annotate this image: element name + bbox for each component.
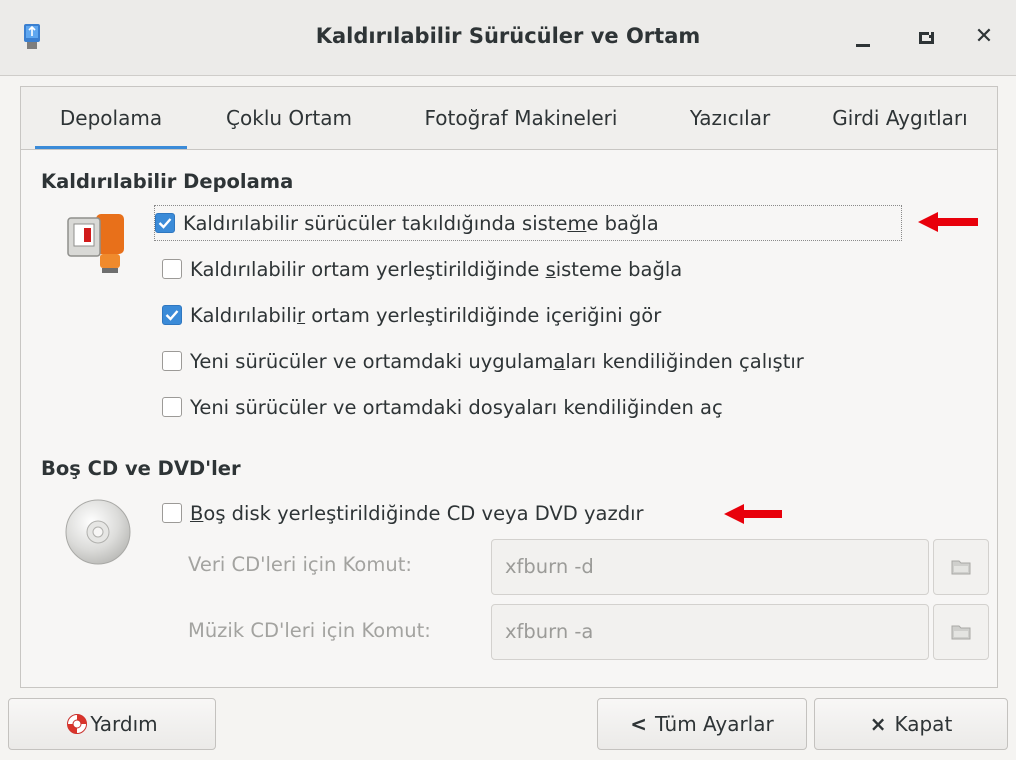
close-button-label: Kapat <box>894 712 953 736</box>
audio-cd-browse-button[interactable] <box>933 604 989 660</box>
all-settings-button[interactable]: < Tüm Ayarlar <box>597 698 807 750</box>
help-button-label: Yardım <box>90 712 158 736</box>
option-browse-media[interactable]: Kaldırılabilir ortam yerleştirildiğinde … <box>162 298 661 332</box>
option-mount-drives[interactable]: Kaldırılabilir sürücüler takıldığında si… <box>154 205 902 241</box>
folder-icon <box>951 625 971 640</box>
folder-icon <box>951 560 971 575</box>
checkbox-checked-icon[interactable] <box>155 213 175 233</box>
option-label: Yeni sürücüler ve ortamdaki uygulamaları… <box>190 349 804 373</box>
removable-drive-icon <box>67 214 124 273</box>
annotation-arrow-icon <box>918 212 978 232</box>
data-cd-command-label: Veri CD'leri için Komut: <box>188 553 412 576</box>
checkbox-unchecked-icon[interactable] <box>162 351 182 371</box>
audio-cd-command-label: Müzik CD'leri için Komut: <box>188 619 431 642</box>
checkbox-checked-icon[interactable] <box>162 305 182 325</box>
checkbox-unchecked-icon[interactable] <box>162 503 182 523</box>
option-autorun-programs[interactable]: Yeni sürücüler ve ortamdaki uygulamaları… <box>162 344 804 378</box>
data-cd-browse-button[interactable] <box>933 539 989 595</box>
data-cd-command-field[interactable]: xfburn -d <box>491 539 929 595</box>
option-autoopen-files[interactable]: Yeni sürücüler ve ortamdaki dosyaları ke… <box>162 390 723 424</box>
option-label: Yeni sürücüler ve ortamdaki dosyaları ke… <box>190 395 723 419</box>
tab-yazicilar[interactable]: Yazıcılar <box>667 87 793 149</box>
help-button[interactable]: Yardım <box>8 698 216 750</box>
storage-section-title: Kaldırılabilir Depolama <box>41 170 294 193</box>
option-label: Kaldırılabilir ortam yerleştirildiğinde … <box>190 303 662 327</box>
minimize-icon[interactable] <box>852 26 876 50</box>
option-mount-media[interactable]: Kaldırılabilir ortam yerleştirildiğinde … <box>162 252 682 286</box>
maximize-icon[interactable] <box>915 26 939 50</box>
option-burn-blank-disc[interactable]: Boş disk yerleştirildiğinde CD veya DVD … <box>162 496 644 530</box>
lifebuoy-icon <box>67 714 88 734</box>
checkbox-unchecked-icon[interactable] <box>162 259 182 279</box>
title-bar: Kaldırılabilir Sürücüler ve Ortam ✕ <box>0 0 1016 76</box>
option-label: Boş disk yerleştirildiğinde CD veya DVD … <box>190 501 644 525</box>
tab-bar: Depolama Çoklu Ortam Fotoğraf Makineleri… <box>21 87 997 150</box>
close-x-icon: × <box>869 712 887 736</box>
close-icon[interactable]: ✕ <box>972 26 996 50</box>
tab-girdi-aygitlari[interactable]: Girdi Aygıtları <box>811 87 989 149</box>
cd-dvd-section-title: Boş CD ve DVD'ler <box>41 457 241 480</box>
close-button[interactable]: × Kapat <box>814 698 1008 750</box>
tab-depolama[interactable]: Depolama <box>35 87 187 149</box>
all-settings-button-label: Tüm Ayarlar <box>655 712 774 736</box>
audio-cd-command-field[interactable]: xfburn -a <box>491 604 929 660</box>
tab-coklu-ortam[interactable]: Çoklu Ortam <box>201 87 377 149</box>
option-label: Kaldırılabilir ortam yerleştirildiğinde … <box>190 257 683 281</box>
checkbox-unchecked-icon[interactable] <box>162 397 182 417</box>
tab-fotograf-makineleri[interactable]: Fotoğraf Makineleri <box>395 87 647 149</box>
chevron-left-icon: < <box>630 712 648 736</box>
optical-disc-icon <box>65 499 131 565</box>
annotation-arrow-icon <box>724 504 782 524</box>
option-label: Kaldırılabilir sürücüler takıldığında si… <box>183 211 659 235</box>
